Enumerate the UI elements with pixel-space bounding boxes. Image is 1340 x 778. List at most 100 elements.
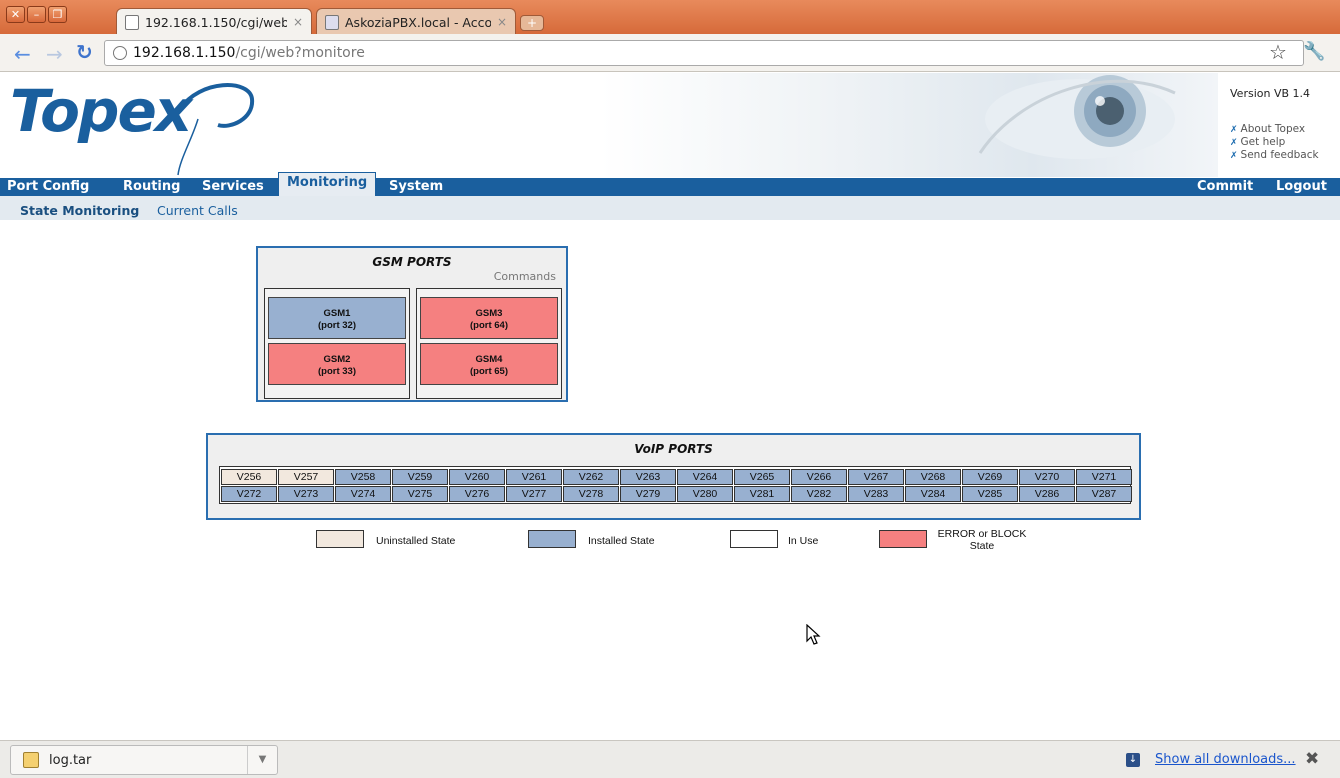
- legend-label-in-use: In Use: [788, 535, 819, 547]
- topex-logo: Topex: [10, 77, 192, 145]
- download-item[interactable]: log.tar ▼: [10, 745, 278, 775]
- header-links: About Topex Get help Send feedback: [1230, 123, 1319, 162]
- window-close-button[interactable]: ✕: [6, 6, 25, 23]
- legend-label-error: ERROR or BLOCK State: [934, 528, 1030, 552]
- legend-swatch-uninstalled: [316, 530, 364, 548]
- voip-port-v283[interactable]: V283: [848, 486, 904, 502]
- nav-monitoring[interactable]: Monitoring: [278, 172, 377, 196]
- voip-port-v267[interactable]: V267: [848, 469, 904, 485]
- gsm-column-left: GSM1 (port 32) GSM2 (port 33): [264, 288, 410, 399]
- voip-port-v282[interactable]: V282: [791, 486, 847, 502]
- gsm-port-gsm3[interactable]: GSM3 (port 64): [420, 297, 558, 339]
- gsm-port-name: GSM4: [475, 354, 503, 365]
- new-tab-button[interactable]: +: [520, 15, 544, 31]
- tab-close-icon[interactable]: ×: [293, 15, 303, 29]
- gsm-port-number: (port 32): [318, 320, 356, 331]
- close-icon[interactable]: ✖: [1305, 749, 1319, 769]
- gsm-port-gsm2[interactable]: GSM2 (port 33): [268, 343, 406, 385]
- nav-logout[interactable]: Logout: [1276, 179, 1327, 194]
- browser-toolbar: ← → ↻ 192.168.1.150/cgi/web?monitore ☆ 🔧: [0, 34, 1340, 72]
- legend-label-uninstalled: Uninstalled State: [376, 535, 456, 547]
- wrench-icon[interactable]: 🔧: [1303, 43, 1325, 61]
- back-arrow-icon[interactable]: ←: [14, 44, 31, 64]
- voip-port-v264[interactable]: V264: [677, 469, 733, 485]
- voip-port-v286[interactable]: V286: [1019, 486, 1075, 502]
- get-help-link[interactable]: Get help: [1230, 136, 1319, 149]
- nav-commit[interactable]: Commit: [1197, 179, 1253, 194]
- tab-title: AskoziaPBX.local - Acco...: [345, 14, 491, 30]
- nav-services[interactable]: Services: [202, 179, 264, 194]
- legend-label-installed: Installed State: [588, 535, 655, 547]
- voip-port-v271[interactable]: V271: [1076, 469, 1132, 485]
- commands-link[interactable]: Commands: [494, 270, 556, 283]
- voip-port-v281[interactable]: V281: [734, 486, 790, 502]
- voip-port-v277[interactable]: V277: [506, 486, 562, 502]
- voip-port-v279[interactable]: V279: [620, 486, 676, 502]
- voip-port-v284[interactable]: V284: [905, 486, 961, 502]
- chevron-down-icon[interactable]: ▼: [247, 746, 277, 774]
- voip-ports-panel: VoIP PORTS V256 V257 V258 V259 V260 V261 V262 V…: [206, 433, 1141, 520]
- voip-port-v263[interactable]: V263: [620, 469, 676, 485]
- subnav-state-monitoring[interactable]: State Monitoring: [20, 203, 139, 218]
- version-label: Version VB 1.4: [1230, 87, 1311, 100]
- gsm-port-gsm1[interactable]: GSM1 (port 32): [268, 297, 406, 339]
- voip-port-v262[interactable]: V262: [563, 469, 619, 485]
- forward-arrow-icon[interactable]: →: [46, 44, 63, 64]
- gsm-port-gsm4[interactable]: GSM4 (port 65): [420, 343, 558, 385]
- voip-port-v259[interactable]: V259: [392, 469, 448, 485]
- reload-icon[interactable]: ↻: [76, 42, 93, 62]
- voip-port-v272[interactable]: V272: [221, 486, 277, 502]
- voip-title: VoIP PORTS: [634, 442, 713, 456]
- archive-file-icon: [23, 752, 39, 768]
- gsm-title: GSM PORTS: [372, 255, 452, 269]
- voip-port-v273[interactable]: V273: [278, 486, 334, 502]
- subnav-current-calls[interactable]: Current Calls: [157, 203, 238, 218]
- legend-swatch-error: [879, 530, 927, 548]
- url-path: /cgi/web?monitore: [235, 45, 365, 61]
- send-feedback-link[interactable]: Send feedback: [1230, 149, 1319, 162]
- voip-port-v268[interactable]: V268: [905, 469, 961, 485]
- gsm-port-number: (port 64): [470, 320, 508, 331]
- header-banner-image: [600, 73, 1218, 177]
- legend-swatch-installed: [528, 530, 576, 548]
- voip-port-v274[interactable]: V274: [335, 486, 391, 502]
- voip-port-v258[interactable]: V258: [335, 469, 391, 485]
- window-buttons: ✕ – ❐: [6, 6, 67, 23]
- downloads-icon: ↓: [1126, 753, 1140, 767]
- window-minimize-button[interactable]: –: [27, 6, 46, 23]
- legend-label-error-line2: State: [969, 540, 995, 552]
- eye-image: [978, 75, 1176, 159]
- browser-tab-active[interactable]: 192.168.1.150/cgi/web... ×: [116, 8, 312, 35]
- window-maximize-button[interactable]: ❐: [48, 6, 67, 23]
- url-host: 192.168.1.150: [133, 45, 236, 61]
- browser-tab[interactable]: AskoziaPBX.local - Acco... ×: [316, 8, 516, 35]
- gsm-port-number: (port 33): [318, 366, 356, 377]
- star-icon[interactable]: ☆: [1269, 42, 1287, 62]
- voip-port-v285[interactable]: V285: [962, 486, 1018, 502]
- voip-port-v269[interactable]: V269: [962, 469, 1018, 485]
- voip-port-v270[interactable]: V270: [1019, 469, 1075, 485]
- nav-port-config[interactable]: Port Config: [7, 179, 89, 194]
- page-icon: [125, 14, 139, 30]
- tab-close-icon[interactable]: ×: [497, 15, 507, 29]
- address-bar[interactable]: 192.168.1.150/cgi/web?monitore: [104, 40, 1304, 66]
- voip-port-v265[interactable]: V265: [734, 469, 790, 485]
- nav-routing[interactable]: Routing: [123, 179, 180, 194]
- voip-port-v276[interactable]: V276: [449, 486, 505, 502]
- voip-port-v260[interactable]: V260: [449, 469, 505, 485]
- gsm-column-right: GSM3 (port 64) GSM4 (port 65): [416, 288, 562, 399]
- voip-port-v256[interactable]: V256: [221, 469, 277, 485]
- voip-port-v266[interactable]: V266: [791, 469, 847, 485]
- about-topex-link[interactable]: About Topex: [1230, 123, 1319, 136]
- show-all-downloads-link[interactable]: Show all downloads...: [1155, 752, 1296, 767]
- voip-port-v287[interactable]: V287: [1076, 486, 1132, 502]
- voip-port-v278[interactable]: V278: [563, 486, 619, 502]
- topex-header: Topex Version VB 1.4 About Topex Get hel…: [0, 73, 1340, 177]
- mouse-cursor-icon: [806, 624, 821, 645]
- voip-port-v275[interactable]: V275: [392, 486, 448, 502]
- voip-port-v261[interactable]: V261: [506, 469, 562, 485]
- voip-port-v280[interactable]: V280: [677, 486, 733, 502]
- nav-system[interactable]: System: [389, 179, 443, 194]
- voip-port-v257[interactable]: V257: [278, 469, 334, 485]
- logo-swoosh-icon: [177, 83, 255, 176]
